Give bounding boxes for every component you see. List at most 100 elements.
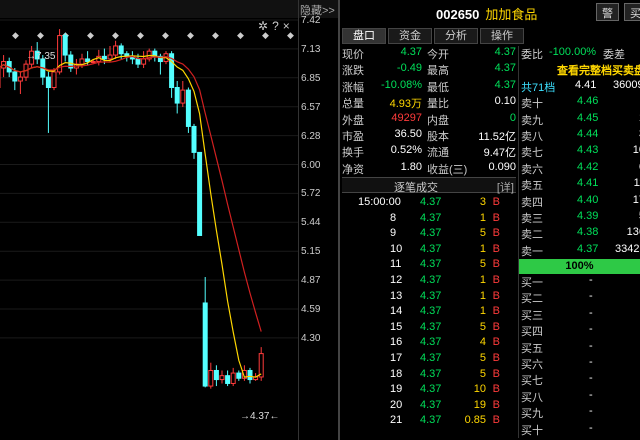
bid-price: - — [589, 356, 593, 369]
marker-icon: ◆ — [237, 30, 244, 40]
y-tick-label: 4.30 — [301, 332, 321, 344]
high-annotation: →7.35 — [26, 51, 56, 62]
candle — [45, 76, 51, 89]
trade-row: 12 4.37 1 B — [342, 274, 516, 290]
trade-vol: 1 — [479, 289, 486, 302]
tab-caozuo[interactable]: 操作 — [480, 28, 524, 44]
trade-vol: 1 — [479, 305, 486, 318]
trade-vol: 5 — [479, 258, 486, 271]
trade-time: 18 — [390, 367, 403, 380]
y-tick-label: 7.42 — [301, 15, 321, 26]
quote-v1: 1.80 — [400, 160, 422, 173]
app-window: { "chart": { "hide_label": "隐藏>>", "sett… — [0, 0, 640, 440]
quote-v1: -10.08% — [381, 78, 422, 91]
y-tick-label: 7.13 — [301, 43, 321, 55]
tab-fenxi[interactable]: 分析 — [434, 28, 478, 44]
candle — [85, 58, 91, 63]
ratio-value: -100.00% — [549, 46, 597, 58]
kline-chart[interactable]: 隐藏>> ✲?× ◆◆◆◆◆◆◆◆◆◆◆◆ →7.35 →4.37← 7.427… — [0, 0, 338, 440]
quote-row: 涨跌 -0.49 最高 4.37 — [342, 62, 518, 78]
y-tick-label: 4.59 — [301, 304, 321, 315]
bid-name: 买八 — [521, 391, 543, 404]
bid-name: 买十 — [521, 424, 543, 437]
trade-side: B — [492, 289, 500, 302]
quote-k2: 最低 — [427, 81, 449, 94]
quote-k2: 量比 — [427, 98, 449, 111]
candle — [236, 372, 242, 379]
trade-price: 4.37 — [420, 258, 442, 271]
bid-name: 买一 — [521, 277, 543, 290]
trade-price: 4.37 — [420, 274, 442, 286]
quote-k2: 最高 — [427, 65, 449, 78]
y-tick-label: 4.87 — [301, 275, 321, 287]
ask-price: 4.37 — [577, 242, 599, 255]
y-tick-label: 5.44 — [301, 217, 321, 229]
trade-time: 10 — [390, 242, 403, 255]
trades-detail-link[interactable]: [详] — [497, 179, 514, 195]
trade-vol: 0.85 — [464, 414, 486, 427]
ask-name: 卖十 — [521, 98, 543, 111]
bid-price: - — [589, 372, 593, 385]
trade-side: B — [492, 336, 500, 349]
quote-row: 总量 4.93万 量比 0.10 — [342, 95, 518, 111]
candle — [230, 372, 236, 384]
trade-vol: 5 — [479, 352, 486, 364]
tab-zijin[interactable]: 资金 — [388, 28, 432, 44]
ask-price: 4.40 — [577, 193, 599, 206]
trade-row: 8 4.37 1 B — [342, 212, 516, 228]
y-tick-label: 6.28 — [301, 130, 321, 142]
marker-icon: ◆ — [212, 30, 219, 40]
trade-price: 4.37 — [420, 367, 442, 380]
trade-time: 19 — [390, 383, 403, 396]
trade-row: 9 4.37 5 B — [342, 227, 516, 243]
quote-row: 涨幅 -10.08% 最低 4.37 — [342, 79, 518, 95]
candle — [174, 87, 180, 104]
candle — [79, 58, 85, 65]
quote-k1: 总量 — [342, 98, 364, 111]
quote-v1: 4.37 — [400, 46, 422, 58]
quote-row: 现价 4.37 今开 4.37 — [342, 46, 518, 62]
candle — [12, 71, 18, 82]
bid-name: 买七 — [521, 375, 543, 388]
ask-price: 4.43 — [577, 144, 599, 157]
ask-row: 卖一 4.37 33421 — [519, 243, 640, 259]
candle — [202, 302, 208, 387]
trade-price: 4.37 — [420, 305, 442, 318]
quote-row: 市盈 36.50 股本 11.52亿 — [342, 128, 518, 144]
ma-line-red — [0, 55, 262, 332]
marker-icon: ◆ — [162, 30, 169, 40]
quote-v2: 4.37 — [494, 78, 516, 91]
candle — [197, 151, 203, 236]
trade-time: 20 — [390, 398, 403, 411]
quote-k2: 股本 — [427, 130, 449, 143]
quote-k1: 外盘 — [342, 114, 364, 127]
trade-row: 19 4.37 10 B — [342, 383, 516, 399]
quote-v2: 4.37 — [494, 46, 516, 58]
ma-line-yellow — [0, 54, 262, 378]
trade-vol: 5 — [479, 227, 486, 240]
candle — [208, 369, 214, 387]
quote-v1: 0.52% — [390, 144, 422, 157]
marker-icon: ◆ — [12, 30, 19, 40]
candle — [185, 89, 191, 127]
quote-k2: 今开 — [427, 49, 449, 61]
ask-name: 卖九 — [521, 114, 543, 127]
bid-price: - — [589, 421, 593, 434]
buy-button[interactable]: 买 — [624, 3, 640, 21]
trade-price: 4.37 — [420, 196, 442, 208]
trade-row: 20 4.37 19 B — [342, 399, 516, 415]
alert-button[interactable]: 警 — [596, 3, 619, 21]
trade-vol: 10 — [473, 383, 486, 396]
trade-side: B — [492, 383, 500, 396]
trade-row: 17 4.37 5 B — [342, 352, 516, 368]
full-book-row[interactable]: 查看完整档买卖盘 — [519, 62, 640, 78]
trade-row: 11 4.37 5 B — [342, 258, 516, 274]
trade-side: B — [492, 367, 500, 380]
ask-vol: 11 — [633, 177, 640, 190]
ask-price: 4.45 — [577, 111, 599, 124]
candle — [90, 61, 96, 64]
ask-vol: 1 — [615, 112, 640, 124]
bid-row: 买七 - — [519, 372, 640, 388]
trade-row: 16 4.37 4 B — [342, 336, 516, 352]
tab-pankou[interactable]: 盘口 — [342, 28, 386, 44]
